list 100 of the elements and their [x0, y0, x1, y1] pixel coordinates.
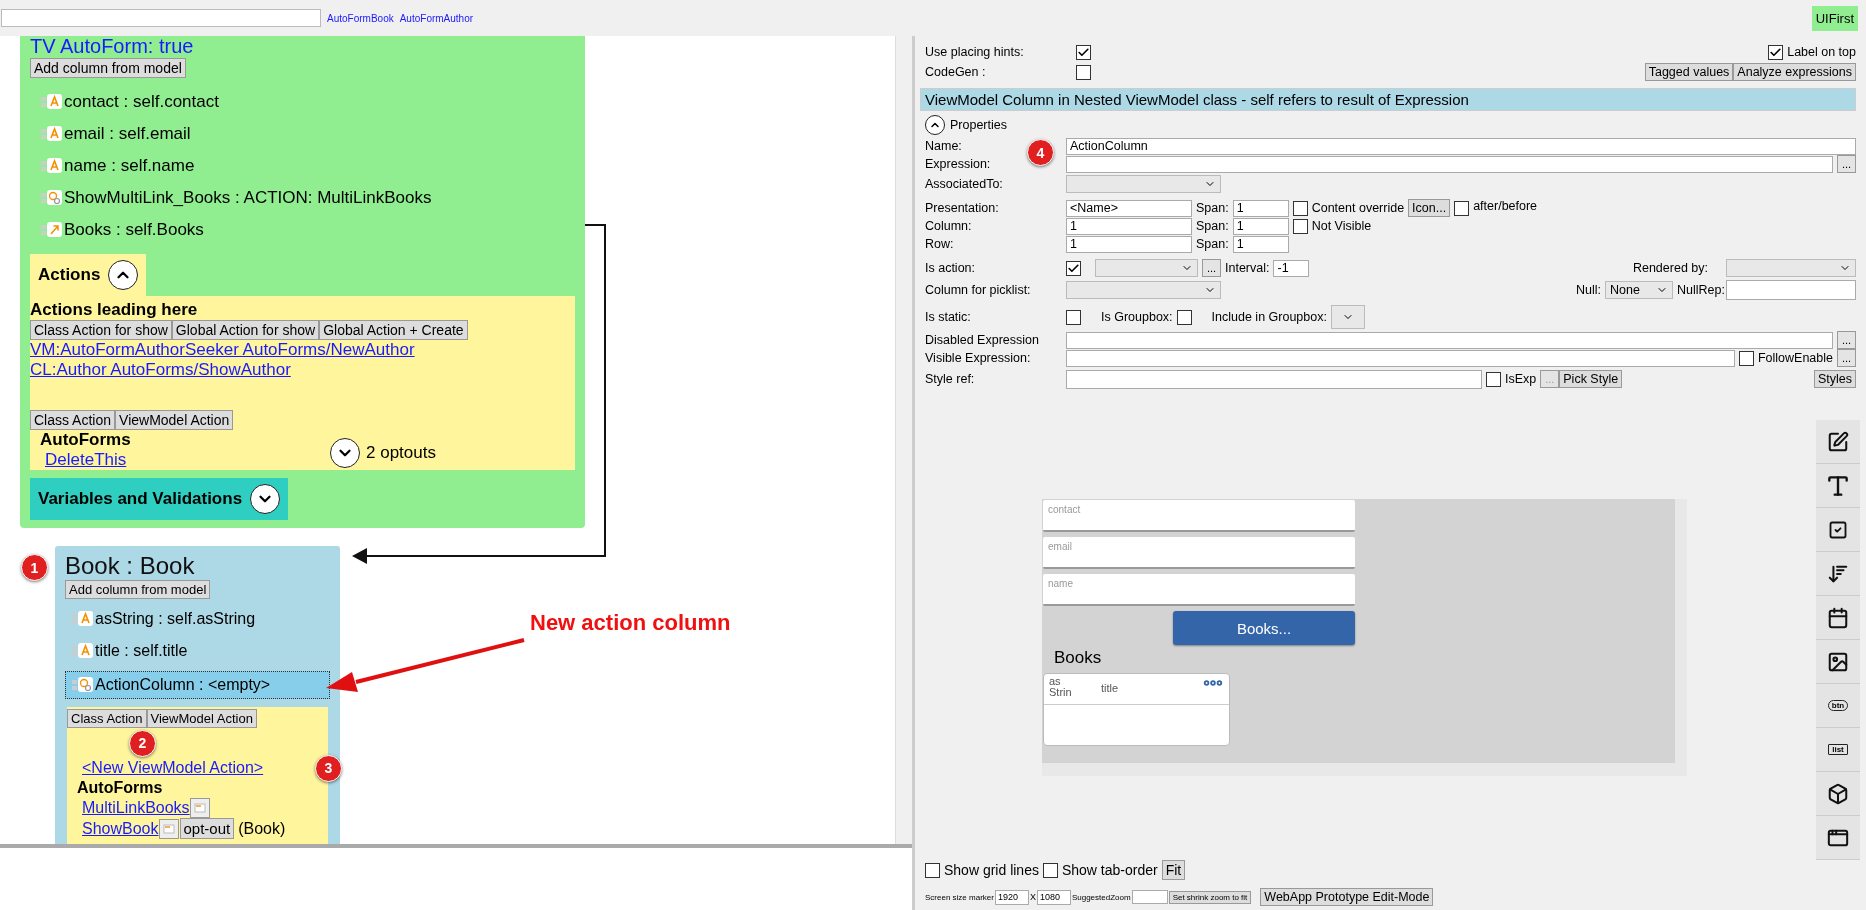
tool-button[interactable]: Analyze expressions: [1733, 63, 1856, 81]
autoform-link[interactable]: DeleteThis: [30, 450, 127, 469]
field-label: Column:: [925, 219, 973, 233]
checkbox-label: Show tab-order: [1061, 862, 1158, 878]
field-label: Span:: [1196, 237, 1229, 251]
search-field[interactable]: [1, 9, 321, 27]
after-before-checkbox[interactable]: [1454, 200, 1470, 216]
content-override-checkbox[interactable]: [1292, 200, 1308, 216]
is-action-checkbox[interactable]: [1066, 260, 1081, 276]
checkbox-icon[interactable]: [1828, 519, 1848, 540]
attribute-icon: [41, 157, 63, 175]
column-field[interactable]: 1: [1066, 217, 1192, 235]
span-field[interactable]: 1: [1232, 199, 1289, 217]
column-item[interactable]: name : self.name: [64, 156, 195, 176]
null-dropdown[interactable]: None: [1605, 281, 1673, 299]
span-field[interactable]: 1: [1232, 217, 1289, 235]
presentation-field[interactable]: <Name>: [1066, 199, 1192, 217]
column-item[interactable]: asString : self.asString: [65, 603, 330, 635]
column-header[interactable]: title: [1101, 683, 1141, 694]
placing-hints-checkbox[interactable]: [1076, 44, 1091, 60]
groupbox-checkbox[interactable]: [1176, 309, 1192, 325]
row-field[interactable]: 1: [1066, 235, 1192, 253]
pick-style-button[interactable]: Pick Style: [1559, 370, 1623, 388]
collapse-icon[interactable]: [925, 115, 945, 135]
grid-lines-checkbox[interactable]: [925, 862, 940, 878]
styles-button[interactable]: Styles: [1813, 370, 1856, 388]
add-action-button[interactable]: Class Action: [67, 709, 147, 728]
shrink-button[interactable]: Set shrink zoom to fit: [1168, 890, 1252, 904]
expression-field[interactable]: [1066, 155, 1833, 173]
image-icon[interactable]: [1827, 650, 1849, 673]
list-icon[interactable]: list: [1828, 743, 1848, 756]
browse-button[interactable]: ...: [1837, 331, 1856, 349]
mode-button[interactable]: WebApp Prototype Edit-Mode: [1260, 888, 1434, 906]
column-name-field[interactable]: ActionColumn: [1066, 137, 1856, 155]
card-title: TV AutoForm: true: [30, 36, 195, 56]
style-ref-field[interactable]: [1066, 369, 1482, 389]
add-column-button[interactable]: Add column from model: [30, 58, 186, 78]
label-on-top-checkbox[interactable]: [1768, 44, 1784, 60]
callout-label: New action column: [530, 610, 731, 636]
browse-button[interactable]: ...: [1837, 349, 1856, 367]
not-visible-checkbox[interactable]: [1292, 218, 1308, 234]
cube-icon[interactable]: [1827, 782, 1849, 805]
field-label: Style ref:: [925, 372, 976, 386]
scrollbar[interactable]: [895, 36, 912, 844]
autoform-link[interactable]: ShowBook: [82, 818, 159, 839]
attribute-icon: [72, 642, 94, 660]
add-action-button[interactable]: Class Action: [30, 410, 116, 430]
field-label: Screen size marker: [925, 892, 994, 902]
span-field[interactable]: 1: [1232, 235, 1289, 253]
books-button[interactable]: Books...: [1173, 611, 1355, 645]
mode-badge[interactable]: UIFirst: [1811, 5, 1858, 31]
opt-out-button[interactable]: opt-out: [179, 818, 235, 839]
autoform-link[interactable]: MultiLinkBooks: [82, 798, 190, 818]
browse-button[interactable]: ...: [1837, 155, 1856, 173]
visible-expression-field[interactable]: [1066, 349, 1735, 367]
add-column-button[interactable]: Add column from model: [65, 580, 211, 599]
edit-icon[interactable]: [1827, 430, 1849, 453]
nullrep-field[interactable]: [1726, 280, 1856, 300]
add-action-button[interactable]: ViewModel Action: [146, 709, 257, 728]
action-button[interactable]: Class Action for show: [30, 320, 172, 340]
zoom-field[interactable]: [1131, 890, 1168, 904]
add-action-button[interactable]: ViewModel Action: [115, 410, 234, 430]
action-link[interactable]: CL:Author AutoForms/ShowAuthor: [30, 360, 291, 379]
interval-field[interactable]: -1: [1273, 259, 1310, 277]
action-button[interactable]: Global Action for show: [171, 320, 320, 340]
column-item[interactable]: ActionColumn : <empty>: [65, 671, 330, 699]
tool-button[interactable]: Tagged values: [1644, 63, 1734, 81]
column-item[interactable]: Books : self.Books: [64, 220, 204, 240]
expand-icon[interactable]: [330, 438, 360, 468]
form-link[interactable]: AutoFormAuthor: [399, 12, 474, 24]
field-label: Span:: [1196, 219, 1229, 233]
column-item[interactable]: title : self.title: [65, 635, 330, 667]
collapse-icon[interactable]: [108, 260, 139, 290]
is-exp-checkbox[interactable]: [1486, 371, 1501, 387]
icon-button[interactable]: Icon...: [1408, 199, 1451, 217]
codegen-checkbox[interactable]: [1076, 64, 1091, 80]
width-field[interactable]: 1920: [994, 889, 1029, 905]
step-marker: 4: [1027, 139, 1054, 166]
follow-enable-checkbox[interactable]: [1738, 350, 1754, 366]
browse-button[interactable]: ...: [1202, 259, 1221, 277]
form-icon[interactable]: [158, 818, 179, 839]
tab-order-checkbox[interactable]: [1042, 862, 1058, 878]
fit-button[interactable]: Fit: [1161, 860, 1186, 880]
attribute-icon: [41, 125, 63, 143]
column-item[interactable]: email : self.email: [64, 124, 191, 144]
step-marker: 1: [21, 554, 48, 581]
height-field[interactable]: 1080: [1036, 889, 1071, 905]
form-icon[interactable]: [189, 798, 210, 818]
section-title: Properties: [950, 118, 1007, 132]
form-link[interactable]: AutoFormBook: [327, 12, 394, 24]
expand-icon[interactable]: [250, 484, 281, 514]
column-item[interactable]: ShowMultiLink_Books : ACTION: MultiLinkBooks: [64, 188, 432, 208]
is-static-checkbox[interactable]: [1066, 309, 1081, 325]
field-label: Column for picklist:: [925, 283, 1032, 297]
calendar-icon[interactable]: [1827, 606, 1849, 629]
column-item[interactable]: contact : self.contact: [64, 92, 219, 112]
action-button[interactable]: Global Action + Create: [319, 320, 468, 340]
column-header[interactable]: as Strin: [1049, 676, 1079, 698]
action-link[interactable]: VM:AutoFormAuthorSeeker AutoForms/NewAuthor: [30, 340, 415, 359]
new-action-link[interactable]: <New ViewModel Action>: [67, 759, 264, 776]
